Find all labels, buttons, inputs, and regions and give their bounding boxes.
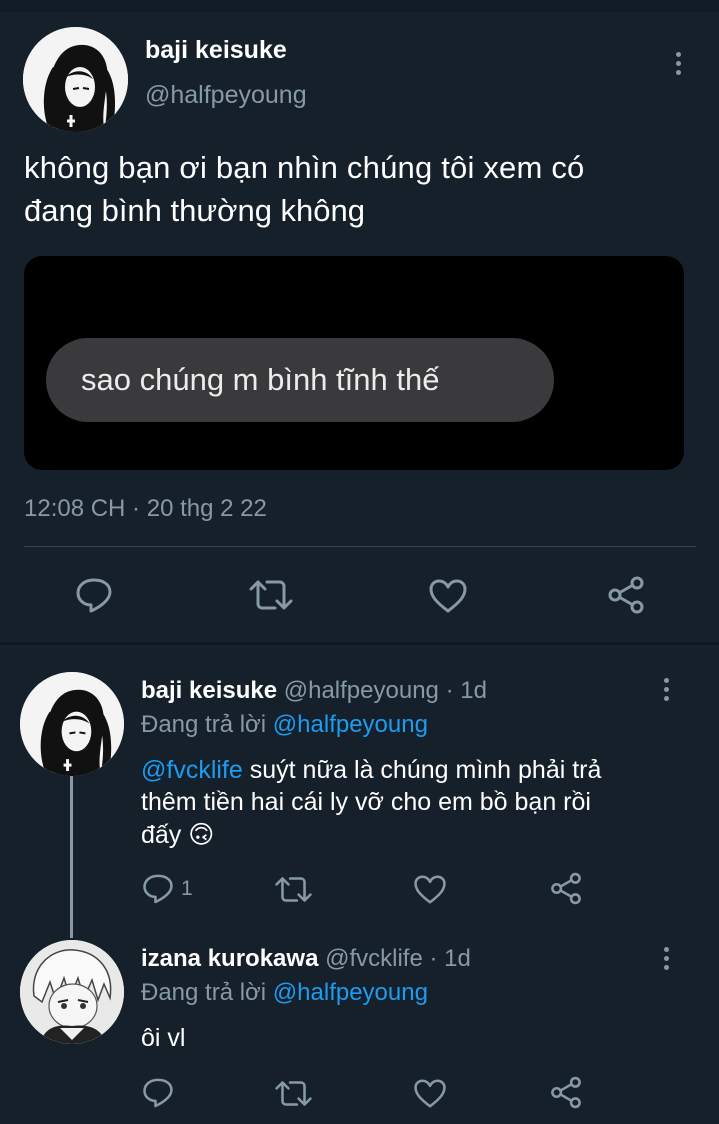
author-name[interactable]: baji keisuke xyxy=(141,677,277,704)
replying-to: Đang trả lời @halfpeyoung xyxy=(141,979,428,1007)
more-options-icon[interactable] xyxy=(675,52,681,75)
author-name[interactable]: baji keisuke xyxy=(145,36,287,65)
mention-link[interactable]: @fvcklife xyxy=(141,756,243,784)
reply-text: ôi vl xyxy=(141,1024,186,1052)
tweet-text-line-1: không bạn ơi bạn nhìn chúng tôi xem có xyxy=(24,150,585,185)
replying-to-label: Đang trả lời xyxy=(141,711,267,738)
divider xyxy=(24,546,696,547)
tweet-text-line-2: đang bình thường không xyxy=(24,193,366,228)
reply-text-line-1: @fvcklife suýt nữa là chúng mình phải tr… xyxy=(141,756,601,785)
retweet-icon[interactable] xyxy=(274,875,313,904)
replying-to-handle[interactable]: @halfpeyoung xyxy=(273,711,428,738)
reply-text: suýt nữa là chúng mình phải trả xyxy=(242,756,602,784)
more-options-icon[interactable] xyxy=(663,947,669,970)
replying-to-label: Đang trả lời xyxy=(141,979,267,1006)
reply-header: baji keisuke @halfpeyoung · 1d xyxy=(141,677,487,705)
reply-age[interactable]: · 1d xyxy=(446,677,487,704)
upside-down-face-emoji: 🙃 xyxy=(188,821,215,849)
avatar[interactable] xyxy=(20,940,124,1044)
retweet-icon[interactable] xyxy=(248,578,294,612)
reply-count: 1 xyxy=(181,877,193,900)
retweet-icon[interactable] xyxy=(274,1079,313,1108)
reply-text-line-2: thêm tiền hai cái ly vỡ cho em bồ bạn rồ… xyxy=(141,788,591,816)
thread-line xyxy=(70,770,73,938)
tweet-image[interactable]: sao chúng m bình tĩnh thế xyxy=(24,256,684,470)
share-icon[interactable] xyxy=(606,576,646,614)
like-icon[interactable] xyxy=(413,874,447,905)
share-icon[interactable] xyxy=(549,872,583,905)
tweet-timestamp[interactable]: 12:08 CH · 20 thg 2 22 xyxy=(24,495,267,523)
share-icon[interactable] xyxy=(549,1076,583,1109)
replying-to-handle[interactable]: @halfpeyoung xyxy=(273,979,428,1006)
top-edge xyxy=(0,0,719,12)
author-handle[interactable]: @halfpeyoung xyxy=(145,81,307,110)
reply-text-line-3: đấy 🙃 xyxy=(141,820,214,850)
replying-to: Đang trả lời @halfpeyoung xyxy=(141,711,428,739)
avatar[interactable] xyxy=(20,672,124,776)
reply-header: izana kurokawa @fvcklife · 1d xyxy=(141,945,471,973)
image-chat-bubble: sao chúng m bình tĩnh thế xyxy=(46,338,554,422)
reply-icon[interactable] xyxy=(75,577,113,613)
image-chat-text: sao chúng m bình tĩnh thế xyxy=(81,362,440,397)
like-icon[interactable] xyxy=(413,1078,447,1109)
author-handle[interactable]: @halfpeyoung xyxy=(284,677,439,704)
author-handle[interactable]: @fvcklife xyxy=(325,945,423,972)
reply-icon[interactable] xyxy=(142,873,174,904)
like-icon[interactable] xyxy=(428,578,468,614)
section-separator xyxy=(0,642,719,645)
author-name[interactable]: izana kurokawa xyxy=(141,945,318,972)
reply-age[interactable]: · 1d xyxy=(429,945,470,972)
avatar[interactable] xyxy=(23,27,128,132)
more-options-icon[interactable] xyxy=(663,678,669,701)
reply-icon[interactable] xyxy=(142,1077,174,1108)
reply-text: đấy xyxy=(141,821,182,849)
